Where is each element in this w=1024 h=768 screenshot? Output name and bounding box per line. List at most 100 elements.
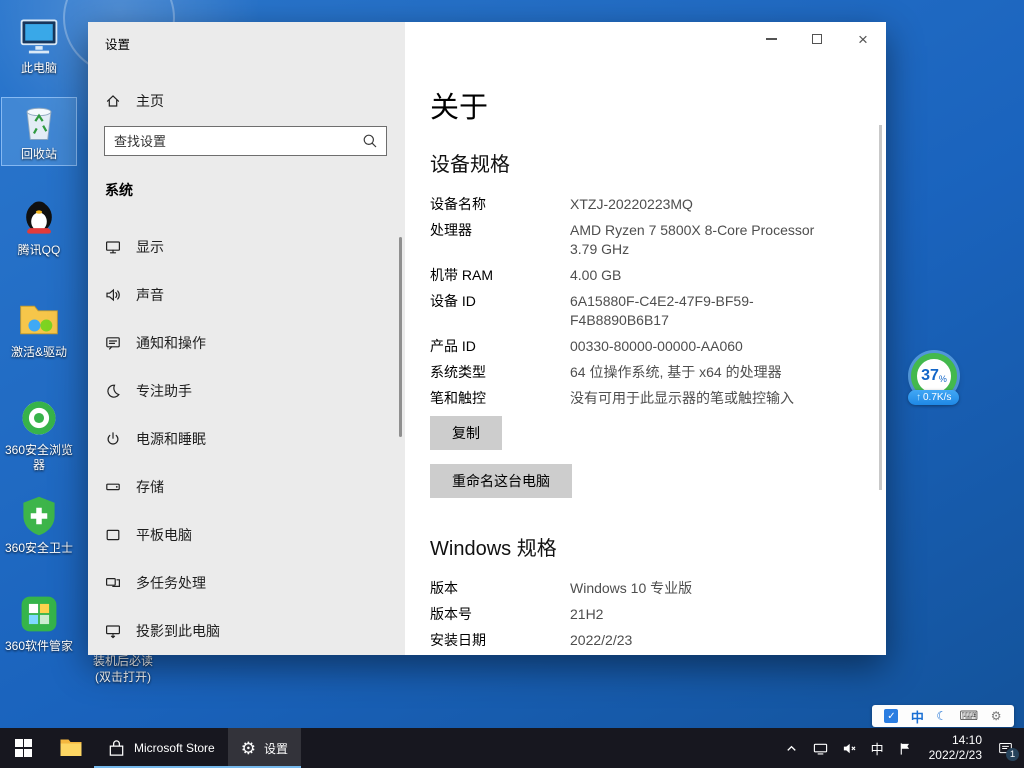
action-center-button[interactable]: 1 xyxy=(991,728,1020,768)
rename-pc-button[interactable]: 重命名这台电脑 xyxy=(430,464,572,498)
spec-value: 00330-80000-00000-AA060 xyxy=(570,337,743,356)
spec-label: 版本号 xyxy=(430,605,570,624)
sidebar-item-sound[interactable]: 声音 xyxy=(88,271,405,319)
ime-toolbar: ✓ 中 ☾ ⌨ ⚙ xyxy=(872,705,1014,727)
home-label: 主页 xyxy=(136,91,164,111)
network-speed: 0.7K/s xyxy=(923,392,951,403)
settings-window: 设置 主页 系统 显示 xyxy=(88,22,886,655)
sidebar-item-label: 投影到此电脑 xyxy=(136,621,220,641)
page-title: 关于 xyxy=(430,84,846,126)
taskbar-app-settings[interactable]: ⚙ 设置 xyxy=(228,728,301,768)
sidebar-item-storage[interactable]: 存储 xyxy=(88,463,405,511)
content-scrollbar[interactable] xyxy=(879,125,882,490)
360-shield-icon xyxy=(17,494,61,538)
spec-row-device-name: 设备名称 XTZJ-20220223MQ xyxy=(430,195,846,214)
desktop-icon-label: 激活&驱动 xyxy=(2,345,76,360)
tray-defender-button[interactable] xyxy=(891,728,920,768)
desktop-icon-label: 360安全浏览器 xyxy=(2,443,76,473)
folder-icon xyxy=(17,298,61,342)
copy-button[interactable]: 复制 xyxy=(430,416,502,450)
desktop-icon-recycle-bin[interactable]: 回收站 xyxy=(2,98,76,165)
spec-row-system-type: 系统类型 64 位操作系统, 基于 x64 的处理器 xyxy=(430,363,846,382)
tray-clock[interactable]: 14:10 2022/2/23 xyxy=(920,728,991,768)
file-explorer-button[interactable] xyxy=(47,728,94,768)
chevron-up-icon xyxy=(784,741,799,756)
search-icon[interactable] xyxy=(362,133,378,149)
this-pc-icon xyxy=(17,14,61,58)
sidebar-scrollbar[interactable] xyxy=(399,237,402,437)
desktop-icon-tencent-qq[interactable]: 腾讯QQ xyxy=(2,194,76,261)
tray-show-hidden-icons[interactable] xyxy=(777,728,806,768)
sidebar-home-item[interactable]: 主页 xyxy=(105,86,305,116)
tray-network-button[interactable] xyxy=(806,728,835,768)
sidebar-item-label: 多任务处理 xyxy=(136,573,206,593)
sidebar-item-notifications[interactable]: 通知和操作 xyxy=(88,319,405,367)
desktop-icon-label: 360软件管家 xyxy=(2,639,76,654)
sidebar-item-display[interactable]: 显示 xyxy=(88,223,405,271)
ime-night-mode-icon[interactable]: ☾ xyxy=(936,709,947,723)
360-software-manager-icon xyxy=(17,592,61,636)
360-float-ball[interactable]: 37 % ↑0.7K/s xyxy=(903,353,965,399)
spec-row-version: 版本号 21H2 xyxy=(430,605,846,624)
sidebar-item-power-sleep[interactable]: 电源和睡眠 xyxy=(88,415,405,463)
maximize-button[interactable] xyxy=(794,22,840,56)
spec-label: 产品 ID xyxy=(430,337,570,356)
windows-logo-icon xyxy=(15,739,33,757)
sidebar-item-focus-assist[interactable]: 专注助手 xyxy=(88,367,405,415)
tablet-icon xyxy=(105,527,121,543)
windows-spec-title: Windows 规格 xyxy=(430,532,846,561)
network-speed-bubble: ↑0.7K/s xyxy=(908,390,959,405)
window-titlebar[interactable] xyxy=(88,22,746,56)
spec-label: 版本 xyxy=(430,579,570,598)
desktop-icon-360-safe-guard[interactable]: 360安全卫士 xyxy=(2,492,76,559)
spec-label: 笔和触控 xyxy=(430,389,570,408)
memory-percent: 37 xyxy=(921,367,939,385)
close-button[interactable]: × xyxy=(840,22,886,56)
spec-row-product-id: 产品 ID 00330-80000-00000-AA060 xyxy=(430,337,846,356)
sidebar-item-label: 专注助手 xyxy=(136,381,192,401)
spec-value: 64 位操作系统, 基于 x64 的处理器 xyxy=(570,363,782,382)
volume-muted-icon xyxy=(842,741,857,756)
desktop-icon-label: 360安全卫士 xyxy=(2,541,76,556)
upload-arrow-icon: ↑ xyxy=(916,392,921,403)
storage-icon xyxy=(105,479,121,495)
spec-value: 没有可用于此显示器的笔或触控输入 xyxy=(570,389,794,408)
settings-label: 设置 xyxy=(264,740,288,757)
desktop-icon-360-browser[interactable]: 360安全浏览器 xyxy=(2,394,76,476)
store-label: Microsoft Store xyxy=(134,741,215,755)
sidebar-item-multitasking[interactable]: 多任务处理 xyxy=(88,559,405,607)
desktop-icon-360-software-manager[interactable]: 360软件管家 xyxy=(2,590,76,657)
start-button[interactable] xyxy=(0,728,47,768)
minimize-icon xyxy=(766,38,777,40)
spec-row-pen-touch: 笔和触控 没有可用于此显示器的笔或触控输入 xyxy=(430,389,846,408)
spec-row-ram: 机带 RAM 4.00 GB xyxy=(430,266,846,285)
ime-keyboard-icon[interactable]: ⌨ xyxy=(960,708,979,724)
360-browser-icon xyxy=(17,396,61,440)
settings-search-box xyxy=(104,126,387,156)
taskbar-app-microsoft-store[interactable]: Microsoft Store xyxy=(94,728,228,768)
ime-settings-icon[interactable]: ⚙ xyxy=(991,709,1002,723)
spec-value: Windows 10 专业版 xyxy=(570,579,692,598)
ime-language-icon[interactable]: 中 xyxy=(911,707,924,726)
ime-status-icon[interactable]: ✓ xyxy=(884,709,898,723)
network-icon xyxy=(813,741,828,756)
desktop-readme-label[interactable]: 装机后必读(双击打开) xyxy=(86,653,160,685)
minimize-button[interactable] xyxy=(748,22,794,56)
desktop-icon-label: 回收站 xyxy=(2,147,76,162)
tray-input-method[interactable]: 中 xyxy=(864,728,891,768)
sidebar-item-tablet[interactable]: 平板电脑 xyxy=(88,511,405,559)
desktop-icon-label: 腾讯QQ xyxy=(2,243,76,258)
tray-volume-button[interactable] xyxy=(835,728,864,768)
sidebar-item-projecting[interactable]: 投影到此电脑 xyxy=(88,607,405,655)
desktop-icon-activation-drivers[interactable]: 激活&驱动 xyxy=(2,296,76,363)
spec-row-edition: 版本 Windows 10 专业版 xyxy=(430,579,846,598)
sidebar-section-title: 系统 xyxy=(105,180,133,200)
window-controls: × xyxy=(748,22,886,56)
tray-time: 14:10 xyxy=(952,733,982,748)
display-icon xyxy=(105,239,121,255)
recycle-bin-icon xyxy=(17,100,61,144)
search-input[interactable] xyxy=(104,126,387,156)
desktop-icon-this-pc[interactable]: 此电脑 xyxy=(2,12,76,79)
device-spec-rows: 设备名称 XTZJ-20220223MQ 处理器 AMD Ryzen 7 580… xyxy=(430,195,846,408)
spec-label: 系统类型 xyxy=(430,363,570,382)
